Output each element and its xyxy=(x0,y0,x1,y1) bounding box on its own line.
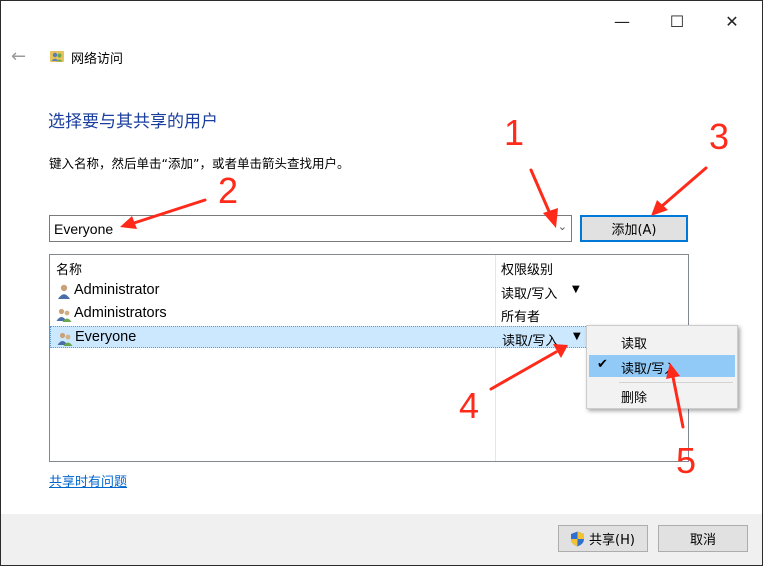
annotation-label: 3 xyxy=(709,116,730,157)
page-heading: 选择要与其共享的用户 xyxy=(48,112,218,132)
footer-bar: 共享(H) 取消 xyxy=(1,514,762,565)
user-name: Administrators xyxy=(74,305,167,321)
permission-context-menu: 读取 ✔ 读取/写入 删除 xyxy=(586,325,738,409)
shield-icon xyxy=(571,531,584,547)
column-header-permission[interactable]: 权限级别 xyxy=(501,259,553,278)
annotation-label: 5 xyxy=(676,440,697,481)
chevron-down-icon[interactable]: ⌄ xyxy=(558,220,567,233)
user-name: Everyone xyxy=(75,329,137,345)
back-arrow-icon[interactable]: ← xyxy=(11,46,26,67)
permission-level[interactable]: 读取/写入 xyxy=(501,283,557,302)
add-button[interactable]: 添加(A) xyxy=(580,215,688,242)
permission-level[interactable]: 读取/写入 xyxy=(502,330,558,349)
instruction-text: 键入名称，然后单击“添加”，或者单击箭头查找用户。 xyxy=(49,156,350,171)
menu-item-read-write[interactable]: ✔ 读取/写入 xyxy=(589,355,735,377)
user-icon xyxy=(58,284,70,299)
column-header-name[interactable]: 名称 xyxy=(56,259,82,278)
share-button[interactable]: 共享(H) xyxy=(558,525,648,552)
cancel-button[interactable]: 取消 xyxy=(658,525,748,552)
user-name-combobox[interactable]: ⌄ xyxy=(49,215,572,242)
close-button[interactable]: ✕ xyxy=(709,7,755,35)
dropdown-arrow-icon[interactable]: ▼ xyxy=(573,331,581,342)
sharing-help-link[interactable]: 共享时有问题 xyxy=(49,471,127,490)
dialog-window: — ☐ ✕ ← 网络访问 选择要与其共享的用户 键入名称，然后单击“添加”，或者… xyxy=(0,0,763,566)
list-item[interactable]: Administrator 读取/写入 ▼ xyxy=(50,280,688,302)
dropdown-arrow-icon[interactable]: ▼ xyxy=(572,284,580,295)
window-title: 网络访问 xyxy=(71,52,124,67)
minimize-button[interactable]: — xyxy=(599,7,645,35)
maximize-button[interactable]: ☐ xyxy=(654,7,700,35)
annotation-label: 2 xyxy=(218,170,239,211)
annotation-label: 4 xyxy=(459,385,480,426)
group-icon xyxy=(56,308,72,322)
menu-item-remove[interactable]: 删除 xyxy=(589,384,735,406)
menu-separator xyxy=(619,382,733,383)
title-bar: — ☐ ✕ xyxy=(1,1,762,41)
annotation-label: 1 xyxy=(504,112,525,153)
menu-item-read[interactable]: 读取 xyxy=(589,330,735,352)
checkmark-icon: ✔ xyxy=(597,357,608,372)
group-icon xyxy=(57,332,73,346)
list-item[interactable]: Administrators 所有者 xyxy=(50,303,688,325)
network-share-icon xyxy=(50,51,64,62)
permission-level: 所有者 xyxy=(501,310,541,325)
user-name-input[interactable] xyxy=(54,220,544,238)
user-name: Administrator xyxy=(74,282,160,298)
